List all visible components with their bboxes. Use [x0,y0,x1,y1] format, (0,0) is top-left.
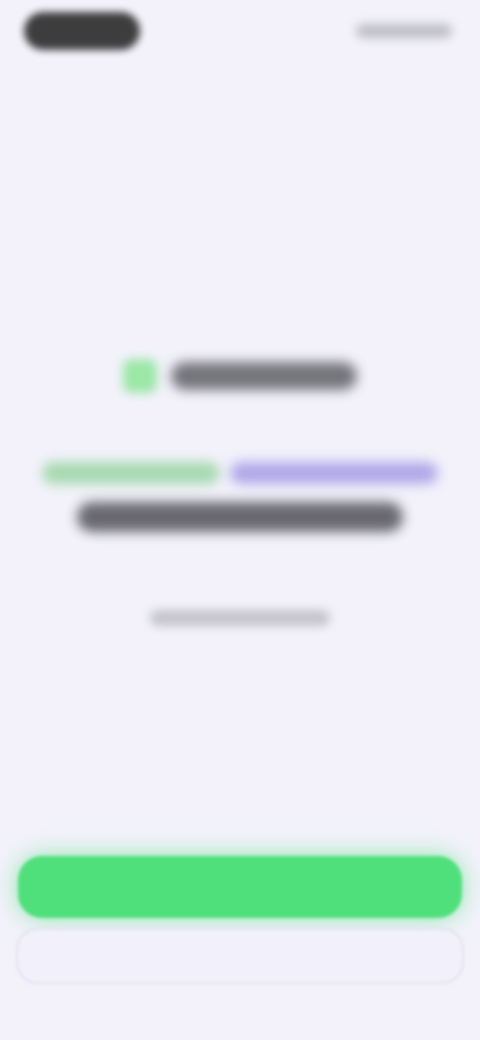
hero-subtext [150,610,330,626]
status-bar [0,0,480,64]
brand-name [171,362,357,390]
primary-action-button[interactable] [18,856,462,918]
status-icons [356,24,452,38]
headline-green-text [42,462,220,484]
brand-logo-icon [123,359,157,393]
headline-line-1 [30,462,450,484]
hero-headline [30,462,450,532]
headline-purple-text [230,462,438,484]
secondary-action-button[interactable] [18,930,462,982]
headline-line-2 [77,502,403,532]
brand [110,348,370,404]
status-time-pill [24,12,140,50]
skip-link[interactable] [400,86,454,100]
